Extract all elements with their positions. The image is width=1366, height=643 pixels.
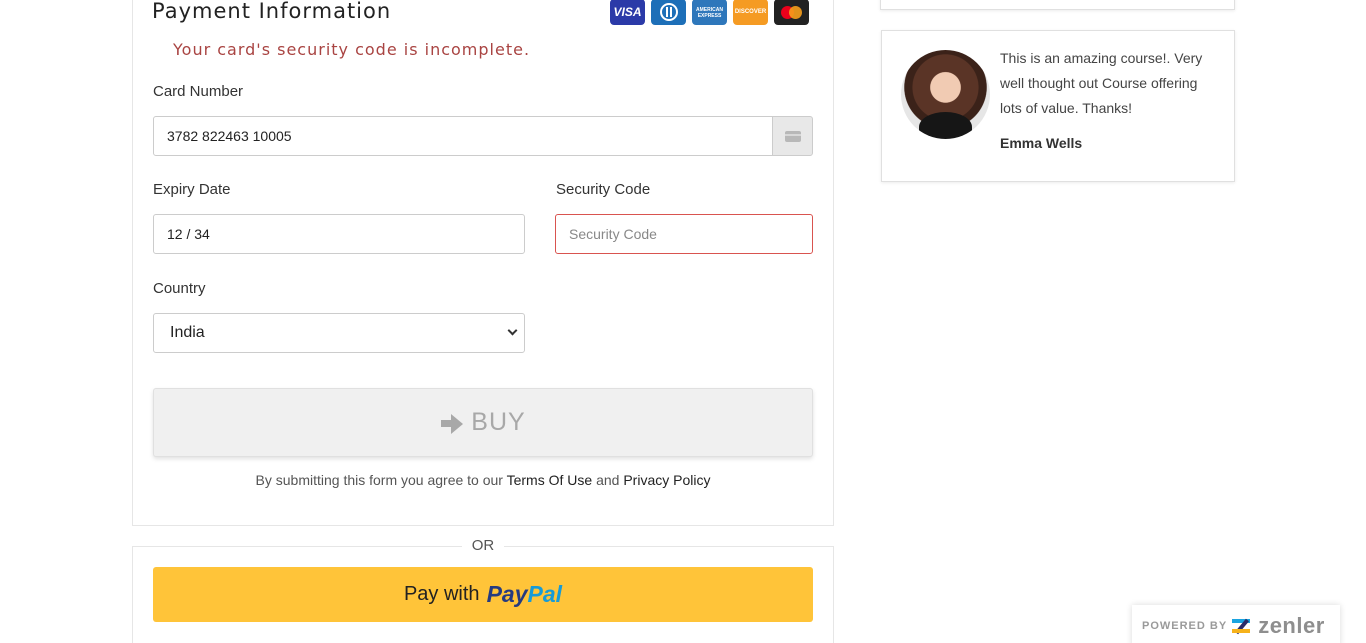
card-number-label: Card Number [153, 83, 244, 100]
chevron-down-icon [507, 325, 518, 336]
arrow-right-icon [440, 412, 464, 434]
previous-card [880, 0, 1235, 10]
country-label: Country [153, 280, 206, 297]
terms-and: and [596, 472, 620, 488]
checkout-page: Payment Information VISA AMERICAN EXPRES… [0, 0, 1366, 643]
visa-logo: VISA [610, 0, 645, 25]
powered-by-label: POWERED BY [1142, 620, 1228, 632]
zenler-logo-icon [1232, 617, 1252, 635]
or-separator: OR [462, 537, 504, 554]
payment-title: Payment Information [152, 0, 392, 23]
testimonial-avatar [901, 50, 990, 139]
powered-by-badge[interactable]: POWERED BY zenler [1132, 605, 1340, 643]
expiry-date-input[interactable]: 12 / 34 [153, 214, 525, 254]
buy-label: BUY [471, 408, 526, 436]
card-brand-logos: VISA AMERICAN EXPRESS DISCOVER [610, 0, 809, 25]
terms-text: By submitting this form you agree to our… [0, 472, 966, 488]
testimonial-author: Emma Wells [1000, 135, 1083, 151]
terms-prefix: By submitting this form you agree to our [255, 472, 503, 488]
or-divider-right [513, 546, 813, 547]
terms-of-use-link[interactable]: Terms Of Use [507, 472, 593, 488]
security-code-label: Security Code [556, 181, 651, 198]
zenler-brand: zenler [1258, 613, 1325, 638]
security-code-error: Your card's security code is incomplete. [173, 40, 531, 59]
paypal-button[interactable]: Pay with PayPal [153, 567, 813, 622]
paypal-logo: PayPal [486, 581, 563, 607]
country-select[interactable]: India [153, 313, 525, 353]
testimonial-quote: This is an amazing course!. Very well th… [1000, 50, 1203, 116]
diners-club-logo [651, 0, 686, 25]
or-divider-left [153, 546, 453, 547]
amex-logo: AMERICAN EXPRESS [692, 0, 727, 25]
buy-button[interactable]: BUY [153, 388, 813, 457]
card-type-addon [772, 116, 813, 156]
privacy-policy-link[interactable]: Privacy Policy [623, 472, 710, 488]
security-code-input[interactable]: Security Code [555, 214, 813, 254]
expiry-date-label: Expiry Date [153, 181, 231, 198]
discover-logo: DISCOVER [733, 0, 768, 25]
mastercard-logo [774, 0, 809, 25]
card-number-input[interactable]: 3782 822463 10005 [153, 116, 773, 156]
paypal-prefix: Pay with [403, 583, 480, 605]
country-value: India [170, 324, 205, 341]
credit-card-icon [784, 130, 801, 142]
